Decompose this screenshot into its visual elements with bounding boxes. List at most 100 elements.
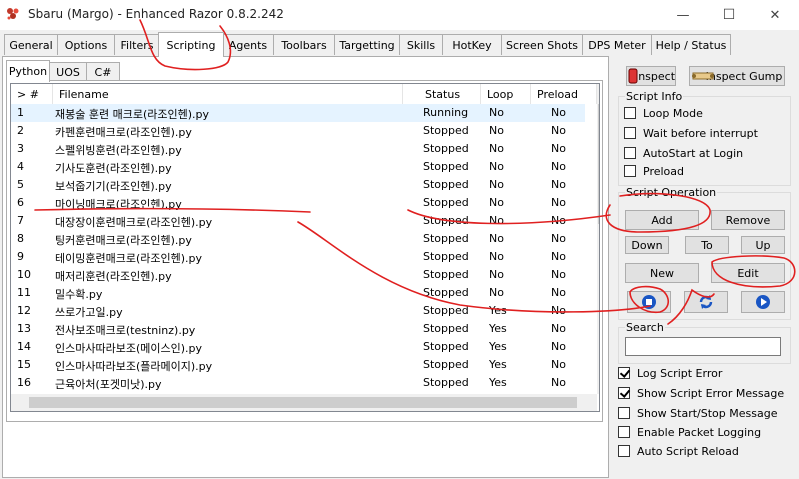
table-row[interactable]: 14 인스마사따라보조(메이스인).py Stopped Yes No [11,338,585,356]
table-row[interactable]: 15 인스마사따라보조(플라메이지).py Stopped Yes No [11,356,585,374]
minimize-icon[interactable]: — [660,4,706,26]
row-filename: 쓰로가고일.py [55,306,123,319]
show-start-stop-message-label: Show Start/Stop Message [637,407,778,420]
edit-button[interactable]: Edit [711,263,785,283]
column-header-num[interactable]: > # [11,84,53,104]
row-loop: No [489,196,504,209]
row-loop: No [489,250,504,263]
new-button[interactable]: New [625,263,699,283]
show-start-stop-message-checkbox[interactable] [618,407,630,419]
table-row[interactable]: 9 테이밍훈련매크로(라조인헨).py Stopped No No [11,248,585,266]
row-filename: 기사도훈련(라조인헨).py [55,162,172,175]
row-preload: No [551,322,566,335]
window-title: Sbaru (Margo) - Enhanced Razor 0.8.2.242 [28,7,284,21]
row-preload: No [551,376,566,389]
table-row[interactable]: 2 카펜훈련매크로(라조인헨).py Stopped No No [11,122,585,140]
subtab-uos[interactable]: UOS [49,62,87,81]
scroll-icon [692,72,714,80]
table-row[interactable]: 6 마이닝매크로(라조인헨).py Stopped No No [11,194,585,212]
table-row[interactable]: 8 팅커훈련매크로(라조인헨).py Stopped No No [11,230,585,248]
add-button[interactable]: Add [625,210,699,230]
table-row[interactable]: 5 보석줍기기(라조인헨).py Stopped No No [11,176,585,194]
table-row[interactable]: 7 대장장이훈련매크로(라조인헨).py Stopped No No [11,212,585,230]
script-list[interactable]: > # Filename Status Loop Preload 1 재봉술 훈련… [10,83,600,412]
remove-button[interactable]: Remove [711,210,785,230]
table-row[interactable]: 12 쓰로가고일.py Stopped Yes No [11,302,585,320]
row-filename: 인스마사따라보조(메이스인).py [55,342,203,355]
tab-help-status[interactable]: Help / Status [651,34,731,55]
wait-before-interrupt-label: Wait before interrupt [643,127,758,140]
column-header-filename[interactable]: Filename [53,84,403,104]
row-loop: Yes [489,376,507,389]
table-row[interactable]: 4 기사도훈련(라조인헨).py Stopped No No [11,158,585,176]
autostart-checkbox[interactable] [624,147,636,159]
tab-general[interactable]: General [4,34,58,55]
close-icon[interactable]: ✕ [752,4,798,26]
reload-button[interactable] [684,291,728,313]
row-loop: No [489,106,504,119]
row-status: Stopped [423,142,469,155]
tab-skills[interactable]: Skills [399,34,443,55]
down-button[interactable]: Down [625,236,669,254]
stop-button[interactable] [627,291,671,313]
column-header-loop[interactable]: Loop [481,84,531,104]
horizontal-scroll-thumb[interactable] [29,397,577,408]
tab-toolbars[interactable]: Toolbars [273,34,335,55]
row-preload: No [551,160,566,173]
table-row[interactable]: 1 재봉술 훈련 매크로(라조인헨).py Running No No [11,104,585,122]
row-preload: No [551,124,566,137]
row-filename: 카펜훈련매크로(라조인헨).py [55,126,192,139]
log-script-error-checkbox[interactable] [618,367,630,379]
preload-checkbox[interactable] [624,165,636,177]
row-loop: No [489,178,504,191]
tab-options[interactable]: Options [57,34,115,55]
row-status: Stopped [423,232,469,245]
row-num: 6 [17,196,24,209]
loop-mode-checkbox[interactable] [624,107,636,119]
tab-targetting[interactable]: Targetting [334,34,400,55]
show-script-error-message-checkbox[interactable] [618,387,630,399]
row-status: Stopped [423,124,469,137]
tab-hotkey[interactable]: HotKey [442,34,502,55]
row-status: Stopped [423,178,469,191]
row-loop: Yes [489,358,507,371]
row-status: Stopped [423,214,469,227]
column-header-preload[interactable]: Preload [531,84,597,104]
search-input[interactable] [625,337,781,356]
row-filename: 대장장이훈련매크로(라조인헨).py [55,216,213,229]
subtab-python[interactable]: Python [6,60,50,82]
tab-screen-shots[interactable]: Screen Shots [501,34,583,55]
table-row[interactable]: 3 스펠위빙훈련(라조인헨).py Stopped No No [11,140,585,158]
row-status: Stopped [423,268,469,281]
row-preload: No [551,142,566,155]
table-row[interactable]: 10 매저리훈련(라조인헨).py Stopped No No [11,266,585,284]
row-preload: No [551,250,566,263]
tab-dps-meter[interactable]: DPS Meter [582,34,652,55]
play-button[interactable] [741,291,785,313]
enable-packet-logging-checkbox[interactable] [618,426,630,438]
row-num: 1 [17,106,24,119]
column-header-status[interactable]: Status [403,84,481,104]
row-filename: 테이밍훈련매크로(라조인헨).py [55,252,203,265]
table-row[interactable]: 16 근육아처(포겟미낫).py Stopped Yes No [11,374,585,392]
row-num: 3 [17,142,24,155]
row-loop: No [489,160,504,173]
table-row[interactable]: 11 밀수확.py Stopped No No [11,284,585,302]
tab-scripting[interactable]: Scripting [158,32,224,57]
row-loop: Yes [489,340,507,353]
up-button[interactable]: Up [741,236,785,254]
row-status: Stopped [423,160,469,173]
tab-filters[interactable]: Filters [114,34,160,55]
subtab-csharp[interactable]: C# [86,62,120,81]
wait-before-interrupt-checkbox[interactable] [624,127,636,139]
stop-icon [642,295,656,309]
maximize-icon[interactable]: ☐ [706,4,752,26]
row-filename: 매저리훈련(라조인헨).py [55,270,172,283]
table-row[interactable]: 13 전사보조매크로(testninz).py Stopped Yes No [11,320,585,338]
autostart-label: AutoStart at Login [643,147,744,160]
to-button[interactable]: To [685,236,729,254]
vertical-scroll-thumb[interactable] [598,104,599,224]
auto-script-reload-checkbox[interactable] [618,445,630,457]
script-operation-label: Script Operation [625,186,718,199]
tab-agents[interactable]: Agents [222,34,274,55]
